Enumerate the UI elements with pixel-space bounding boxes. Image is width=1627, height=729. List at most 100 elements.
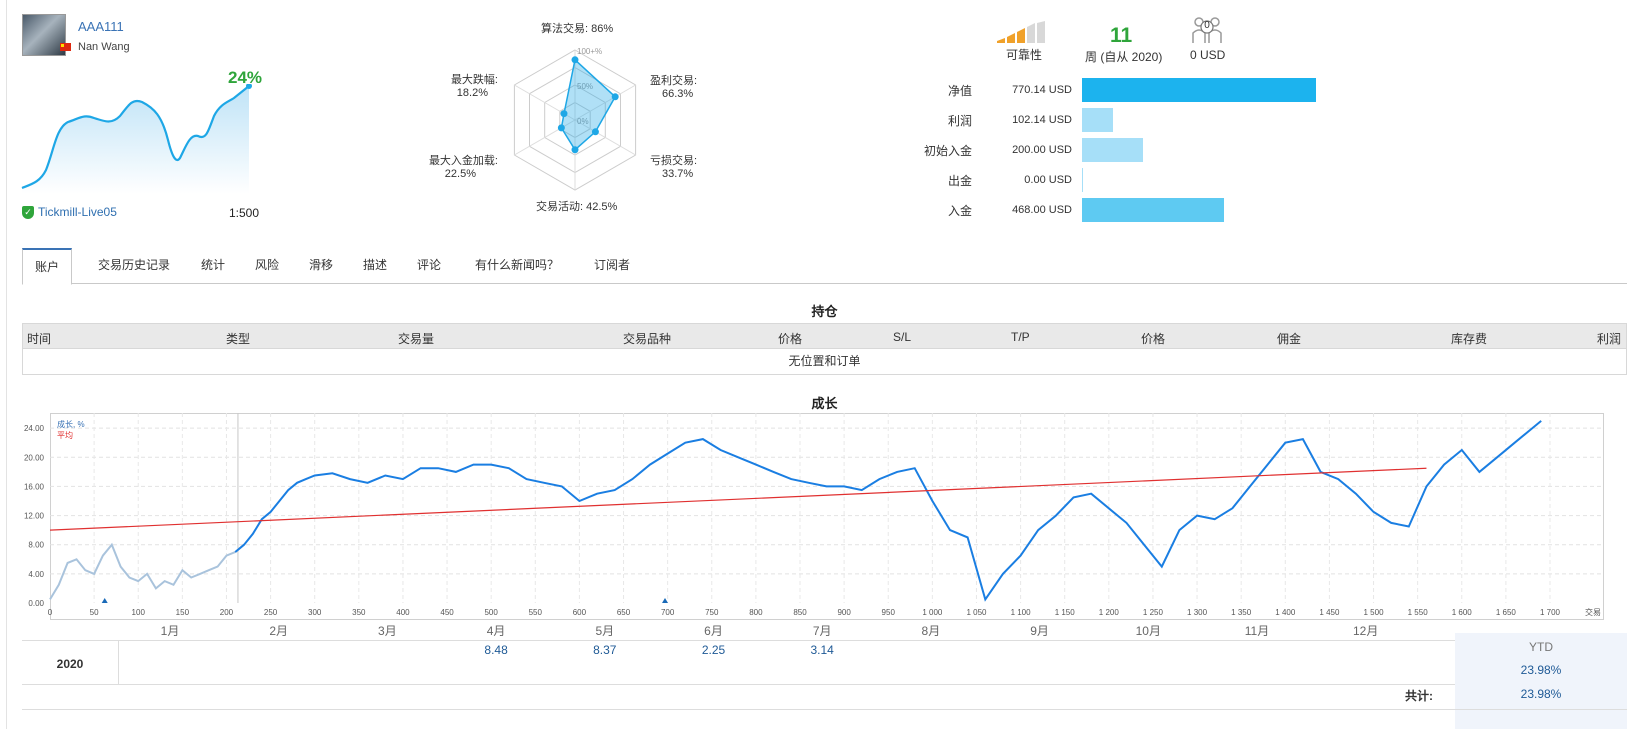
user-name: Nan Wang bbox=[78, 41, 130, 53]
month-label: 9月 bbox=[1030, 624, 1049, 638]
month-label: 10月 bbox=[1135, 624, 1161, 638]
x-tick-label: 1 400 bbox=[1275, 608, 1296, 617]
radar-ring-label: 100+% bbox=[577, 47, 602, 56]
radar-value-point bbox=[571, 56, 579, 64]
balance-bar bbox=[1082, 168, 1083, 192]
balance-value: 200.00 USD bbox=[1012, 144, 1072, 156]
year-label: 2020 bbox=[56, 657, 84, 671]
radar-value-point bbox=[571, 146, 579, 154]
x-tick-label: 150 bbox=[176, 608, 190, 617]
radar-label-loss: 亏损交易: 33.7% bbox=[650, 155, 698, 180]
china-flag-icon bbox=[60, 43, 71, 51]
x-tick-label: 1 150 bbox=[1055, 608, 1076, 617]
col-sl[interactable]: S/L bbox=[893, 330, 911, 344]
year-divider bbox=[118, 640, 119, 684]
x-tick-label: 0 bbox=[48, 608, 53, 617]
radar-label-profit: 盈利交易: 66.3% bbox=[650, 75, 698, 100]
y-tick-label: 0.00 bbox=[28, 599, 44, 608]
x-tick-label: 850 bbox=[793, 608, 807, 617]
radar-chart: 100+%50%0% bbox=[513, 47, 637, 191]
col-type[interactable]: 类型 bbox=[226, 330, 250, 347]
balance-label: 净值 bbox=[947, 83, 972, 98]
balance-value: 770.14 USD bbox=[1012, 84, 1072, 96]
x-tick-label: 750 bbox=[705, 608, 719, 617]
month-value: 2.25 bbox=[701, 643, 726, 657]
balance-row: 出金 0.00 USD bbox=[900, 168, 1083, 192]
positions-empty-row: 无位置和订单 bbox=[22, 349, 1627, 375]
balance-bar bbox=[1082, 78, 1316, 102]
subscribers-value: 0 USD bbox=[1190, 48, 1226, 62]
radar-label-drawdown: 最大跌幅: 18.2% bbox=[450, 74, 498, 99]
growth-chart: 0.004.008.0012.0016.0020.0024.0028.00050… bbox=[24, 413, 1604, 617]
tab-bar: 账户 交易历史记录 统计 风险 滑移 描述 评论 有什么新闻吗？ 订阅者 bbox=[22, 248, 1627, 285]
tab-description[interactable]: 描述 bbox=[352, 248, 398, 284]
month-label: 4月 bbox=[486, 624, 506, 638]
balance-bar bbox=[1082, 198, 1225, 222]
reliability-bars-icon bbox=[997, 21, 1045, 43]
col-price[interactable]: 价格 bbox=[778, 330, 802, 347]
mini-growth-chart bbox=[21, 84, 252, 194]
col-commission[interactable]: 佣金 bbox=[1277, 330, 1301, 347]
y-tick-label: 12.00 bbox=[24, 512, 45, 521]
account-name-link[interactable]: AAA111 bbox=[78, 19, 124, 34]
tab-risk[interactable]: 风险 bbox=[244, 248, 290, 284]
col-swap[interactable]: 库存费 bbox=[1451, 330, 1487, 347]
col-symbol[interactable]: 交易品种 bbox=[623, 330, 671, 347]
balance-label: 出金 bbox=[947, 173, 972, 188]
x-tick-label: 650 bbox=[617, 608, 631, 617]
balance-row: 利润 102.14 USD bbox=[900, 108, 1114, 132]
total-label: 共计: bbox=[1405, 689, 1433, 703]
y-tick-label: 4.00 bbox=[28, 570, 44, 579]
month-label: 5月 bbox=[595, 624, 615, 638]
radar-value-point bbox=[611, 93, 619, 101]
month-label: 3月 bbox=[378, 624, 397, 638]
balance-value: 102.14 USD bbox=[1012, 114, 1072, 126]
tab-trade-history[interactable]: 交易历史记录 bbox=[82, 248, 186, 284]
growth-line bbox=[234, 420, 1542, 602]
x-tick-label: 700 bbox=[661, 608, 675, 617]
x-tick-label: 350 bbox=[352, 608, 366, 617]
col-tp[interactable]: T/P bbox=[1011, 330, 1030, 344]
x-tick-label: 1 500 bbox=[1364, 608, 1385, 617]
col-price-current[interactable]: 价格 bbox=[1141, 330, 1165, 347]
tab-account[interactable]: 账户 bbox=[22, 248, 72, 285]
tab-news[interactable]: 有什么新闻吗？ bbox=[462, 248, 572, 284]
x-tick-label: 1 250 bbox=[1143, 608, 1164, 617]
subscribers-count: 0 bbox=[1204, 20, 1210, 31]
x-axis-label: 交易 bbox=[1585, 607, 1601, 618]
month-value: 8.48 bbox=[484, 643, 508, 657]
x-tick-label: 1 300 bbox=[1187, 608, 1208, 617]
tab-slippage[interactable]: 滑移 bbox=[298, 248, 344, 284]
x-tick-label: 50 bbox=[90, 608, 99, 617]
y-tick-label: 20.00 bbox=[24, 453, 45, 462]
radar-value-point bbox=[557, 124, 565, 132]
x-tick-label: 400 bbox=[396, 608, 410, 617]
x-tick-label: 1 700 bbox=[1540, 608, 1561, 617]
x-tick-label: 1 050 bbox=[966, 608, 987, 617]
tab-reviews[interactable]: 评论 bbox=[406, 248, 452, 284]
balance-row: 初始入金 200.00 USD bbox=[900, 138, 1143, 162]
month-value: 8.37 bbox=[593, 643, 617, 657]
deposit-marker bbox=[101, 598, 108, 603]
col-time[interactable]: 时间 bbox=[27, 330, 51, 347]
col-volume[interactable]: 交易量 bbox=[398, 330, 434, 347]
tab-subscribers[interactable]: 订阅者 bbox=[582, 248, 642, 284]
balance-bar bbox=[1082, 108, 1114, 132]
x-tick-label: 250 bbox=[264, 608, 278, 617]
bottom-divider bbox=[22, 709, 1627, 710]
server-info: ✓ Tickmill-Live05 bbox=[22, 205, 117, 219]
x-tick-label: 300 bbox=[308, 608, 322, 617]
positions-table-header: 时间 类型 交易量 交易品种 价格 S/L T/P 价格 佣金 库存费 利润 bbox=[22, 323, 1627, 349]
deposit-marker bbox=[662, 598, 668, 603]
col-profit[interactable]: 利润 bbox=[1597, 330, 1621, 347]
balance-value: 0.00 USD bbox=[1024, 174, 1072, 186]
legend-growth: 成长, % bbox=[57, 420, 85, 429]
x-tick-label: 800 bbox=[749, 608, 763, 617]
legend-average: 平均 bbox=[57, 431, 73, 440]
balance-row: 净值 770.14 USD bbox=[900, 78, 1316, 102]
verified-shield-icon: ✓ bbox=[22, 205, 34, 219]
year-row-bottom bbox=[22, 684, 1627, 685]
weeks-label: 周 (自从 2020) bbox=[1085, 50, 1163, 64]
month-label: 12月 bbox=[1353, 624, 1379, 638]
tab-statistics[interactable]: 统计 bbox=[190, 248, 236, 284]
